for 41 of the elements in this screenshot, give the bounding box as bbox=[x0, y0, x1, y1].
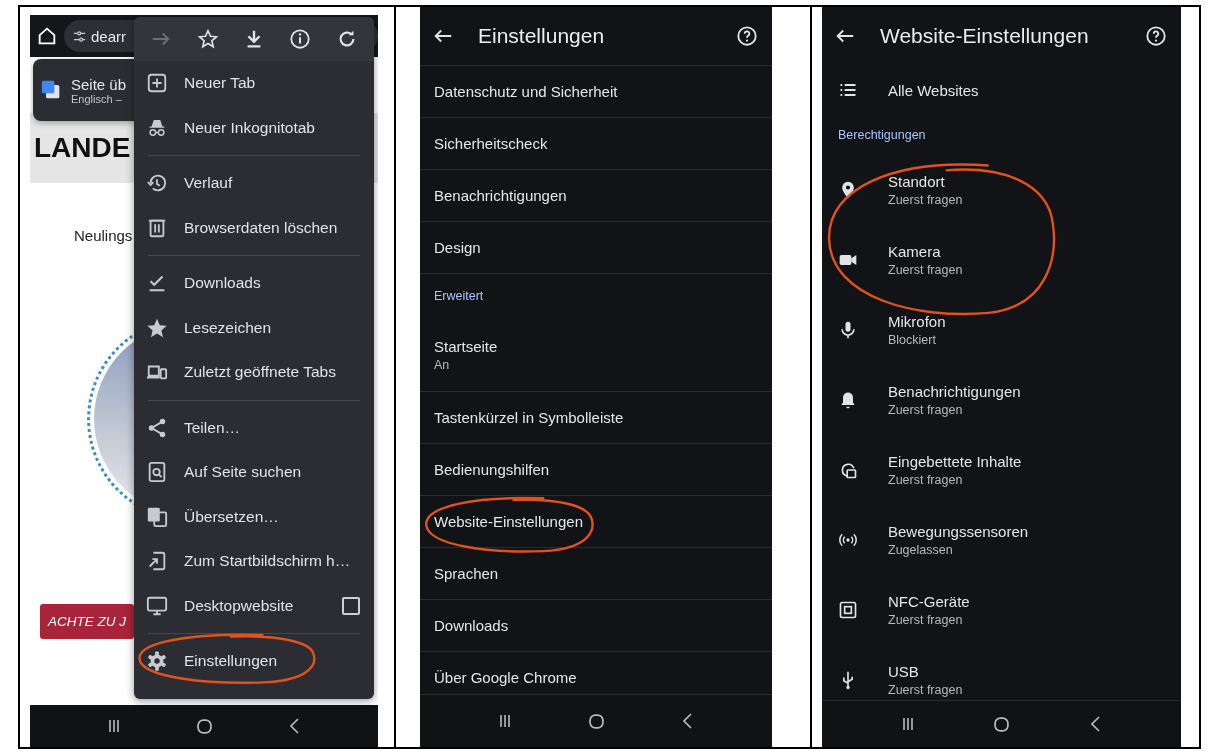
menu-item[interactable]: Lesezeichen bbox=[134, 305, 360, 350]
permission-item[interactable]: Standort Zuerst fragen bbox=[822, 155, 1181, 225]
menu-item[interactable]: Downloads bbox=[134, 261, 360, 306]
menu-item[interactable]: Zum Startbildschirm h… bbox=[134, 539, 360, 584]
menu-item[interactable]: Verlauf bbox=[134, 161, 360, 206]
settings-item[interactable]: Design bbox=[420, 222, 772, 273]
permission-item[interactable]: NFC-Geräte Zuerst fragen bbox=[822, 575, 1181, 645]
call-to-action-button[interactable]: ACHTE ZU J bbox=[40, 604, 134, 639]
permission-item[interactable]: Bewegungssensoren Zugelassen bbox=[822, 505, 1181, 575]
menu-item[interactable]: Auf Seite suchen bbox=[134, 450, 360, 495]
settings-item[interactable]: Bedienungshilfen bbox=[420, 444, 772, 495]
menu-item[interactable]: Browserdaten löschen bbox=[134, 205, 360, 250]
permission-item[interactable]: Benachrichtigungen Zuerst fragen bbox=[822, 365, 1181, 435]
settings-item[interactable]: Website-Einstellungen bbox=[420, 496, 772, 547]
settings-item[interactable]: Startseite An bbox=[420, 318, 772, 391]
settings-item[interactable]: Tastenkürzel in Symbolleiste bbox=[420, 392, 772, 443]
all-sites-item[interactable]: Alle Websites bbox=[822, 65, 1181, 115]
section-label: Erweitert bbox=[434, 289, 484, 303]
menu-item[interactable]: Einstellungen bbox=[134, 639, 360, 684]
menu-item[interactable]: Übersetzen… bbox=[134, 494, 360, 539]
settings-item[interactable]: Downloads bbox=[420, 600, 772, 651]
intro-text: Neulings bbox=[74, 227, 133, 244]
permission-item[interactable]: Eingebettete Inhalte Zuerst fragen bbox=[822, 435, 1181, 505]
popup-subtitle: Englisch – bbox=[71, 92, 123, 105]
permission-item[interactable]: USB Zuerst fragen bbox=[822, 645, 1181, 700]
popup-title: Seite üb bbox=[71, 75, 127, 93]
settings-item[interactable]: Datenschutz und Sicherheit bbox=[420, 66, 772, 117]
menu-item[interactable]: Teilen… bbox=[134, 405, 360, 450]
menu-item[interactable]: Zuletzt geöffnete Tabs bbox=[134, 350, 360, 395]
permission-item[interactable]: Mikrofon Blockiert bbox=[822, 295, 1181, 365]
address-text: dearr bbox=[91, 27, 127, 45]
page-heading: LANDE bbox=[34, 132, 131, 164]
screen-title: Website-Einstellungen bbox=[880, 24, 1090, 48]
settings-item[interactable]: Sicherheitscheck bbox=[420, 118, 772, 169]
screen-title: Einstellungen bbox=[478, 24, 606, 48]
section-label: Berechtigungen bbox=[838, 128, 926, 142]
settings-item[interactable]: Sprachen bbox=[420, 548, 772, 599]
permission-item[interactable]: Kamera Zuerst fragen bbox=[822, 225, 1181, 295]
settings-item[interactable]: Über Google Chrome bbox=[420, 652, 772, 694]
menu-item[interactable]: Desktopwebsite bbox=[134, 583, 342, 628]
settings-item[interactable]: Benachrichtigungen bbox=[420, 170, 772, 221]
